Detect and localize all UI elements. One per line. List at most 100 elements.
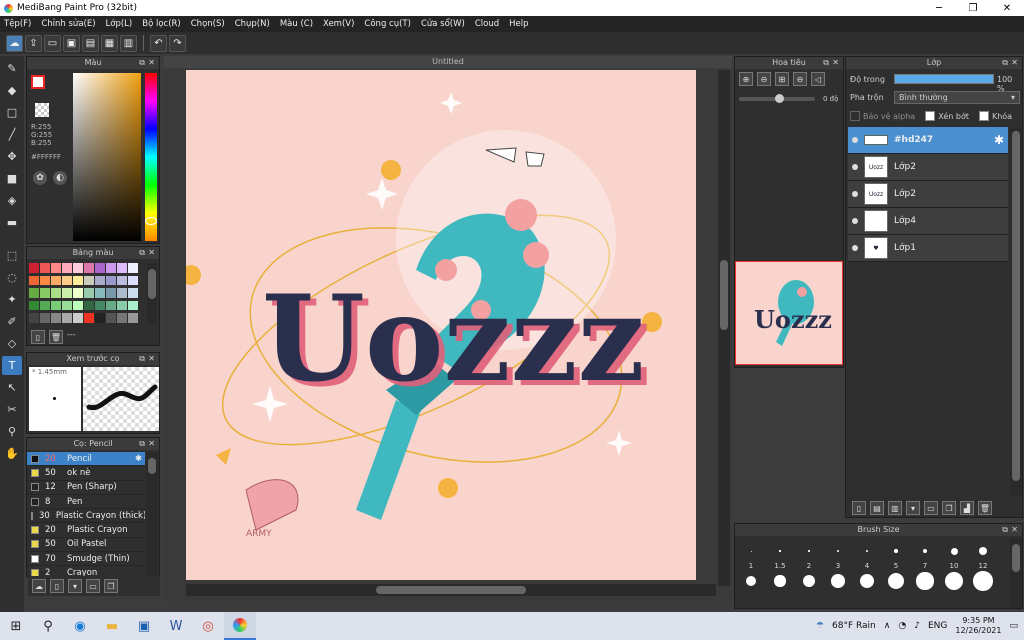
cloud-brush-icon[interactable]: ☁ [32, 579, 46, 593]
close-icon[interactable]: ✕ [148, 57, 155, 69]
language-indicator[interactable]: ENG [928, 621, 947, 631]
brush-list-item[interactable]: 20 Pencil ✱ [27, 452, 145, 467]
brush-list-item[interactable]: 30 Plastic Crayon (thick) [27, 509, 145, 524]
layer-item[interactable]: Uozz Lớp2 [848, 154, 1008, 181]
palette-swatch[interactable] [117, 275, 127, 286]
palette-swatch[interactable] [62, 263, 72, 273]
close-icon[interactable]: ✕ [1011, 57, 1018, 69]
brush-list-scrollbar[interactable] [146, 452, 158, 576]
brush-size-option[interactable]: 12 [969, 540, 997, 592]
flip-icon[interactable]: ◁ [811, 72, 825, 86]
visibility-eye-icon[interactable] [852, 218, 858, 224]
brush-size-option[interactable]: 5 [882, 540, 910, 592]
clock[interactable]: 9:35 PM 12/26/2021 [955, 616, 1001, 636]
eyedropper-icon[interactable]: ⚲ [2, 422, 22, 441]
palette-swatch[interactable] [84, 275, 94, 286]
palette-swatch-grid[interactable] [29, 263, 143, 325]
menu-select[interactable]: Chọn(S) [191, 19, 225, 29]
canvas-horizontal-scrollbar[interactable] [186, 584, 716, 596]
palette-swatch[interactable] [106, 288, 116, 298]
palette-swatch[interactable] [40, 288, 50, 298]
grid-icon[interactable]: ▦ [101, 34, 118, 52]
palette-swatch[interactable] [84, 313, 94, 323]
palette-swatch[interactable] [128, 288, 138, 298]
palette-swatch[interactable] [117, 263, 127, 273]
close-icon[interactable]: ✕ [148, 353, 155, 365]
message-icon[interactable]: ▣ [63, 34, 80, 52]
brush-list-item[interactable]: 2 Crayon [27, 566, 145, 576]
transparent-color-swatch[interactable] [35, 103, 49, 117]
palette-swatch[interactable] [106, 275, 116, 286]
divide-tool-icon[interactable]: ✂ [2, 400, 22, 419]
folder-icon[interactable]: ▭ [86, 579, 100, 593]
palette-swatch[interactable] [62, 300, 72, 311]
palette-swatch[interactable] [128, 300, 138, 311]
menu-view[interactable]: Xem(V) [323, 19, 354, 29]
lock-checkbox[interactable] [978, 111, 989, 121]
palette-more-menu[interactable]: --- [67, 330, 76, 344]
select-rect-icon[interactable]: ⬚ [2, 246, 22, 265]
rectangle-tool-icon[interactable]: □ [2, 103, 22, 122]
palette-swatch[interactable] [95, 288, 105, 298]
brush-size-option[interactable]: 10 [940, 540, 968, 592]
zoom-out-icon[interactable]: ⊖ [757, 72, 771, 86]
brush-tool-icon[interactable]: ✎ [2, 59, 22, 78]
chevron-up-icon[interactable]: ∧ [884, 621, 891, 631]
fill-rect-tool-icon[interactable]: ■ [2, 169, 22, 188]
layer-item[interactable]: #hd247 ✱ [848, 127, 1008, 154]
palette-swatch[interactable] [40, 313, 50, 323]
palette-swatch[interactable] [106, 313, 116, 323]
menu-filter[interactable]: Bộ lọc(R) [142, 19, 181, 29]
palette-swatch[interactable] [62, 288, 72, 298]
palette-swatch[interactable] [95, 263, 105, 273]
comment-icon[interactable]: ▭ [44, 34, 61, 52]
gear-icon[interactable]: ✱ [135, 454, 142, 464]
undock-icon[interactable]: ⧉ [139, 247, 145, 259]
opacity-slider[interactable] [894, 74, 994, 84]
menu-color[interactable]: Màu (C) [280, 19, 313, 29]
zoom-actual-icon[interactable]: ⊖ [793, 72, 807, 86]
page-icon[interactable]: ▤ [82, 34, 99, 52]
brush-size-option[interactable]: 1 [737, 540, 765, 592]
undock-icon[interactable]: ⧉ [823, 57, 829, 69]
palette-swatch[interactable] [117, 288, 127, 298]
brush-size-option[interactable]: 4 [853, 540, 881, 592]
visibility-eye-icon[interactable] [852, 164, 858, 170]
clipping-checkbox[interactable] [925, 111, 936, 121]
brush-size-scrollbar[interactable] [1010, 538, 1022, 608]
gear-icon[interactable]: ✱ [994, 133, 1004, 147]
zoom-in-icon[interactable]: ⊕ [739, 72, 753, 86]
medibang-taskbar-icon[interactable] [224, 612, 256, 640]
canvas-vertical-scrollbar[interactable] [718, 70, 730, 586]
brush-list-item[interactable]: 12 Pen (Sharp) [27, 481, 145, 495]
maximize-button[interactable]: ❐ [956, 3, 990, 14]
layer-item[interactable]: ♥ Lớp1 [848, 235, 1008, 262]
menu-file[interactable]: Tệp(F) [4, 19, 31, 29]
brush-list-item[interactable]: 70 Smudge (Thin) [27, 552, 145, 567]
palette-swatch[interactable] [29, 288, 39, 298]
document-canvas[interactable]: Uozzz Uozzz ARMY [186, 70, 696, 580]
line-tool-icon[interactable]: ╱ [2, 125, 22, 144]
palette-swatch[interactable] [84, 288, 94, 298]
canvas-tab[interactable]: Untitled [164, 56, 732, 68]
palette-swatch[interactable] [73, 263, 83, 273]
palette-swatch[interactable] [84, 300, 94, 311]
palette-swatch[interactable] [106, 300, 116, 311]
duplicate-brush-icon[interactable]: ❐ [104, 579, 118, 593]
brush-size-option[interactable]: 2 [795, 540, 823, 592]
protect-alpha-checkbox[interactable] [850, 111, 860, 121]
undock-icon[interactable]: ⧉ [139, 438, 145, 450]
store-icon[interactable]: ▣ [128, 612, 160, 640]
palette-swatch[interactable] [128, 263, 138, 273]
menu-window[interactable]: Cửa sổ(W) [421, 19, 465, 29]
menu-help[interactable]: Help [509, 19, 528, 29]
palette-swatch[interactable] [117, 300, 127, 311]
palette-swatch[interactable] [62, 313, 72, 323]
redo-icon[interactable]: ↷ [169, 34, 186, 52]
palette-swatch[interactable] [128, 313, 138, 323]
new-layer-icon[interactable]: ▯ [852, 501, 866, 515]
visibility-eye-icon[interactable] [852, 137, 858, 143]
palette-swatch[interactable] [117, 313, 127, 323]
foreground-color-swatch[interactable] [31, 75, 45, 89]
new-palette-icon[interactable]: ▯ [31, 330, 45, 344]
